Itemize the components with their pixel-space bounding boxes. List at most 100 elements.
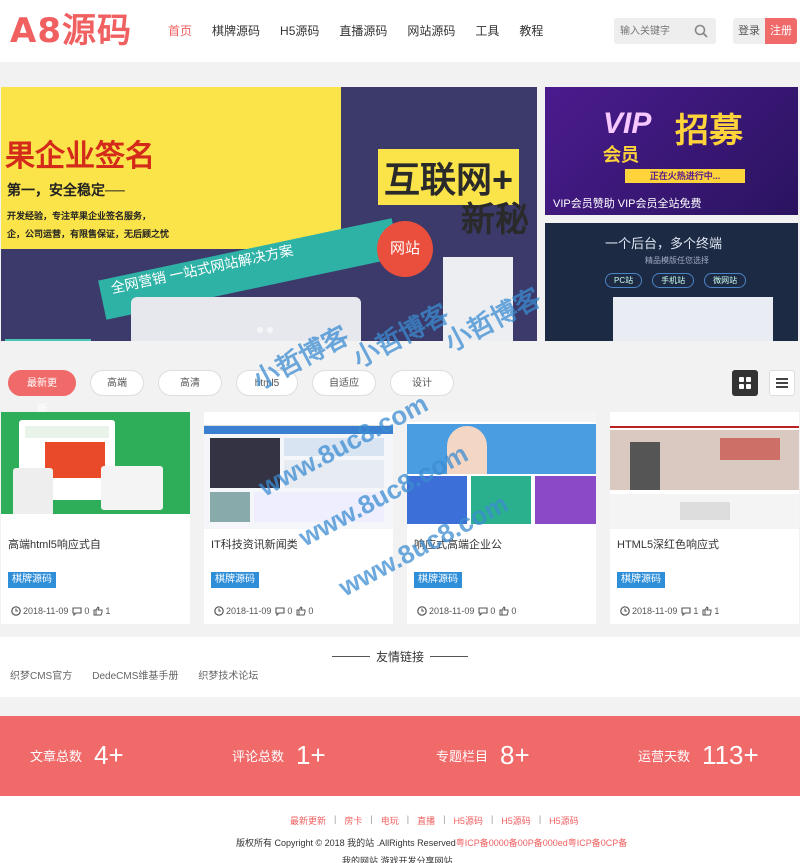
filter-design[interactable]: 设计 — [390, 370, 454, 396]
card-comments: 0 — [287, 606, 293, 616]
stat-label: 文章总数 — [30, 749, 83, 764]
card-title[interactable]: HTML5深红色响应式 — [617, 536, 719, 552]
list-view-button[interactable] — [769, 370, 795, 396]
nav-h5-source[interactable]: H5源码 — [270, 18, 329, 44]
list-icon — [776, 378, 788, 388]
card-likes: 1 — [105, 606, 111, 616]
nav-live-source[interactable]: 直播源码 — [329, 18, 397, 44]
card-meta: 2018-11-09 0 1 — [11, 606, 114, 616]
card-meta: 2018-11-09 1 1 — [620, 606, 723, 616]
friend-links: 友情链接 织梦CMS官方 DedeCMS维基手册 织梦技术论坛 — [0, 637, 800, 697]
card-tag[interactable]: 棋牌源码 — [414, 572, 462, 588]
banner-headline-2: 新秘 — [461, 201, 529, 239]
site-stats: 文章总数 4+ 评论总数 1+ 专题栏目 8+ 运营天数 113+ — [0, 716, 800, 796]
card-thumbnail[interactable] — [407, 412, 596, 529]
card-tag[interactable]: 棋牌源码 — [211, 572, 259, 588]
clock-icon — [214, 606, 224, 616]
slider-dot[interactable] — [257, 327, 263, 333]
divider — [430, 656, 468, 657]
footer-link[interactable]: 直播 — [417, 814, 435, 827]
friend-link[interactable]: 织梦CMS官方 — [10, 667, 72, 682]
footer-description: 我的网站 游戏开发分享网站 — [342, 856, 453, 863]
comment-icon — [72, 607, 82, 616]
stat-label: 专题栏目 — [436, 749, 489, 764]
filter-responsive[interactable]: 自适应 — [312, 370, 376, 396]
copyright: 版权所有 Copyright © 2018 我的站 .AllRights Res… — [236, 836, 627, 849]
grid-view-button[interactable] — [732, 370, 758, 396]
card-thumbnail[interactable] — [1, 412, 190, 529]
card-tag[interactable]: 棋牌源码 — [8, 572, 56, 588]
footer-link[interactable]: H5源码 — [549, 814, 579, 827]
footer-link[interactable]: H5源码 — [453, 814, 483, 827]
friend-links-heading: 友情链接 — [375, 650, 424, 664]
card-title[interactable]: 响应式高端企业公 — [414, 536, 502, 552]
vip-caption: VIP会员赞助 VIP会员全站免费 — [553, 198, 702, 210]
card-likes: 0 — [308, 606, 314, 616]
card-date: 2018-11-09 — [226, 606, 272, 616]
stat-label: 评论总数 — [232, 749, 285, 764]
card-date: 2018-11-09 — [429, 606, 475, 616]
multi-tag-mobile: 手机站 — [652, 273, 695, 288]
nav-tools[interactable]: 工具 — [465, 18, 509, 44]
stat-value: 113+ — [702, 740, 759, 770]
template-card[interactable]: 高端html5响应式自 棋牌源码 2018-11-09 0 1 — [1, 412, 190, 624]
slider-dot[interactable] — [267, 327, 273, 333]
nav-chess-source[interactable]: 棋牌源码 — [202, 18, 270, 44]
vip-ribbon: 正在火热进行中... — [625, 169, 745, 183]
filter-latest[interactable]: 最新更新 — [8, 370, 76, 415]
stat-topics: 专题栏目 8+ — [436, 740, 530, 771]
nav-tutorials[interactable]: 教程 — [509, 18, 553, 44]
friend-link[interactable]: DedeCMS维基手册 — [92, 667, 178, 682]
main-banner[interactable]: 果企业签名 第一，安全稳定── 开发经验，专注苹果企业签名服务， 企，公司运营，… — [1, 87, 537, 341]
footer-link[interactable]: 电玩 — [381, 814, 399, 827]
friend-link[interactable]: 织梦技术论坛 — [198, 667, 258, 682]
nav-website-source[interactable]: 网站源码 — [397, 18, 465, 44]
filter-html5[interactable]: html5 — [236, 370, 298, 396]
footer-link[interactable]: 房卡 — [344, 814, 362, 827]
clock-icon — [11, 606, 21, 616]
card-title[interactable]: IT科技资讯新闻类 — [211, 536, 298, 552]
banner-text-2: 企，公司运营，有限售保证，无后顾之忧 — [7, 229, 170, 239]
building-illustration — [443, 257, 513, 341]
multi-title: 一个后台，多个终端 — [605, 236, 723, 251]
filter-hd[interactable]: 高清 — [158, 370, 222, 396]
copyright-text: 版权所有 Copyright © 2018 我的站 .AllRights Res… — [236, 838, 456, 848]
clock-icon — [417, 606, 427, 616]
card-date: 2018-11-09 — [23, 606, 69, 616]
card-title[interactable]: 高端html5响应式自 — [8, 536, 101, 552]
card-likes: 1 — [714, 606, 720, 616]
search-input[interactable] — [614, 18, 690, 44]
multi-terminal-banner[interactable]: 一个后台，多个终端 精品模版任您选择 PC站 手机站 微网站 — [545, 223, 798, 341]
filter-high-end[interactable]: 高端 — [90, 370, 144, 396]
vip-member-text: 会员 — [603, 145, 639, 165]
site-logo[interactable]: A8源码 — [10, 10, 132, 52]
card-meta: 2018-11-09 0 0 — [214, 606, 317, 616]
card-tag[interactable]: 棋牌源码 — [617, 572, 665, 588]
clock-icon — [620, 606, 630, 616]
register-button[interactable]: 注册 — [765, 18, 797, 44]
search-icon[interactable] — [694, 24, 708, 38]
card-thumbnail[interactable] — [204, 412, 393, 529]
comment-icon — [275, 607, 285, 616]
main-nav: 首页 棋牌源码 H5源码 直播源码 网站源码 工具 教程 — [158, 18, 553, 44]
nav-home[interactable]: 首页 — [158, 18, 202, 44]
template-card[interactable]: IT科技资讯新闻类 棋牌源码 2018-11-09 0 0 — [204, 412, 393, 624]
template-card[interactable]: HTML5深红色响应式 棋牌源码 2018-11-09 1 1 — [610, 412, 799, 624]
thumbs-up-icon — [93, 606, 103, 616]
vip-recruit-text: 招募 — [675, 112, 743, 150]
slider-dots — [257, 327, 273, 333]
thumbs-up-icon — [296, 606, 306, 616]
card-comments: 0 — [84, 606, 90, 616]
card-thumbnail[interactable] — [610, 412, 799, 529]
icp-number[interactable]: 粤ICP备0000备00P备000ed粤ICP备0CP备 — [456, 838, 628, 848]
footer-link[interactable]: 最新更新 — [290, 814, 326, 827]
stat-label: 运营天数 — [638, 749, 691, 764]
multi-subtitle: 精品模版任您选择 — [645, 256, 709, 265]
comment-icon — [478, 607, 488, 616]
login-button[interactable]: 登录 — [733, 18, 765, 44]
footer-link[interactable]: H5源码 — [501, 814, 531, 827]
search-box — [614, 18, 716, 44]
template-card[interactable]: 响应式高端企业公 棋牌源码 2018-11-09 0 0 — [407, 412, 596, 624]
vip-banner[interactable]: VIP 招募 会员 正在火热进行中... VIP会员赞助 VIP会员全站免费 — [545, 87, 798, 215]
screen-illustration — [613, 297, 773, 341]
